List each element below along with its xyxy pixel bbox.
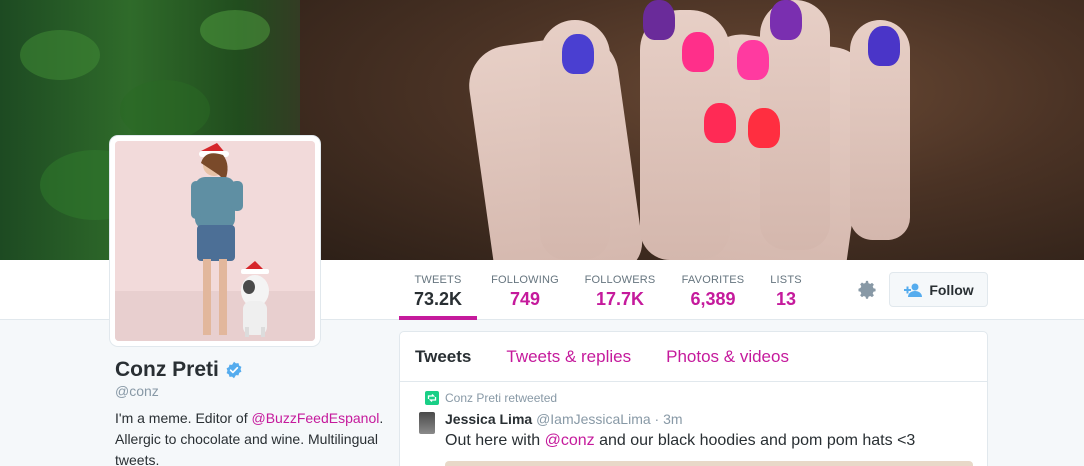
tweet-timestamp[interactable]: · 3m <box>655 411 683 427</box>
tab-photos-videos[interactable]: Photos & videos <box>666 347 789 367</box>
tweet-author-name[interactable]: Jessica Lima <box>445 411 532 427</box>
tweet-media-preview[interactable] <box>445 461 973 466</box>
tweet-header: Jessica Lima @IamJessicaLima · 3m <box>445 411 683 427</box>
stat-value: 17.7K <box>595 289 645 309</box>
banner-foliage <box>200 10 270 50</box>
profile-name-row: Conz Preti <box>115 358 243 382</box>
profile-handle[interactable]: @conz <box>115 383 159 399</box>
stat-label: FOLLOWERS <box>584 274 656 286</box>
tweet-text-part: and our black hoodies and pom pom hats <… <box>594 432 916 449</box>
banner-nail <box>562 34 594 74</box>
gear-icon[interactable] <box>856 279 878 301</box>
verified-badge-icon <box>226 361 242 379</box>
banner-nail <box>868 26 900 66</box>
stat-label: LISTS <box>770 274 802 286</box>
stat-value: 13 <box>775 289 797 309</box>
follow-button[interactable]: Follow <box>889 272 988 307</box>
retweet-context: Conz Preti retweeted <box>425 391 557 405</box>
timeline: Tweets Tweets & replies Photos & videos … <box>399 331 988 466</box>
tab-tweets-replies[interactable]: Tweets & replies <box>506 347 631 367</box>
avatar[interactable] <box>110 136 320 346</box>
profile-name[interactable]: Conz Preti <box>115 358 219 382</box>
stat-label: FOLLOWING <box>491 274 559 286</box>
stat-value: 6,389 <box>690 289 736 309</box>
stat-value: 749 <box>509 289 541 309</box>
bio-mention-link[interactable]: @BuzzFeedEspanol <box>252 410 380 426</box>
follow-label: Follow <box>929 281 974 298</box>
tweet-mention-link[interactable]: @conz <box>545 432 595 449</box>
stat-followers[interactable]: FOLLOWERS 17.7K <box>581 260 659 320</box>
retweet-icon <box>425 391 439 405</box>
banner-foliage <box>20 30 100 80</box>
stat-favorites[interactable]: FAVORITES 6,389 <box>677 260 749 320</box>
tab-tweets[interactable]: Tweets <box>415 347 471 367</box>
tweet-text-part: Out here with <box>445 432 545 449</box>
stat-lists[interactable]: LISTS 13 <box>763 260 809 320</box>
tweet-text: Out here with @conz and our black hoodie… <box>445 432 915 450</box>
stat-label: FAVORITES <box>681 274 745 286</box>
timeline-tabs: Tweets Tweets & replies Photos & videos <box>400 332 987 382</box>
bio-text: I'm a meme. Editor of <box>115 410 252 426</box>
stat-label: TWEETS <box>414 274 462 286</box>
banner-nail <box>748 108 780 148</box>
stat-value: 73.2K <box>413 289 463 309</box>
banner-nail <box>737 40 769 80</box>
banner-foliage <box>120 80 210 140</box>
profile-bio: I'm a meme. Editor of @BuzzFeedEspanol. … <box>115 408 385 466</box>
tweet-author-handle[interactable]: @IamJessicaLima <box>536 411 651 427</box>
retweet-note[interactable]: Conz Preti retweeted <box>445 391 557 405</box>
banner-nail <box>770 0 802 40</box>
banner-nail <box>704 103 736 143</box>
add-user-icon <box>904 283 923 297</box>
stat-tweets[interactable]: TWEETS 73.2K <box>399 260 477 320</box>
avatar-photo <box>115 141 315 341</box>
banner-nail <box>643 0 675 40</box>
banner-nail <box>682 32 714 72</box>
avatar-illustration <box>115 141 315 341</box>
tweet-author-avatar[interactable] <box>419 412 435 434</box>
stat-following[interactable]: FOLLOWING 749 <box>486 260 564 320</box>
